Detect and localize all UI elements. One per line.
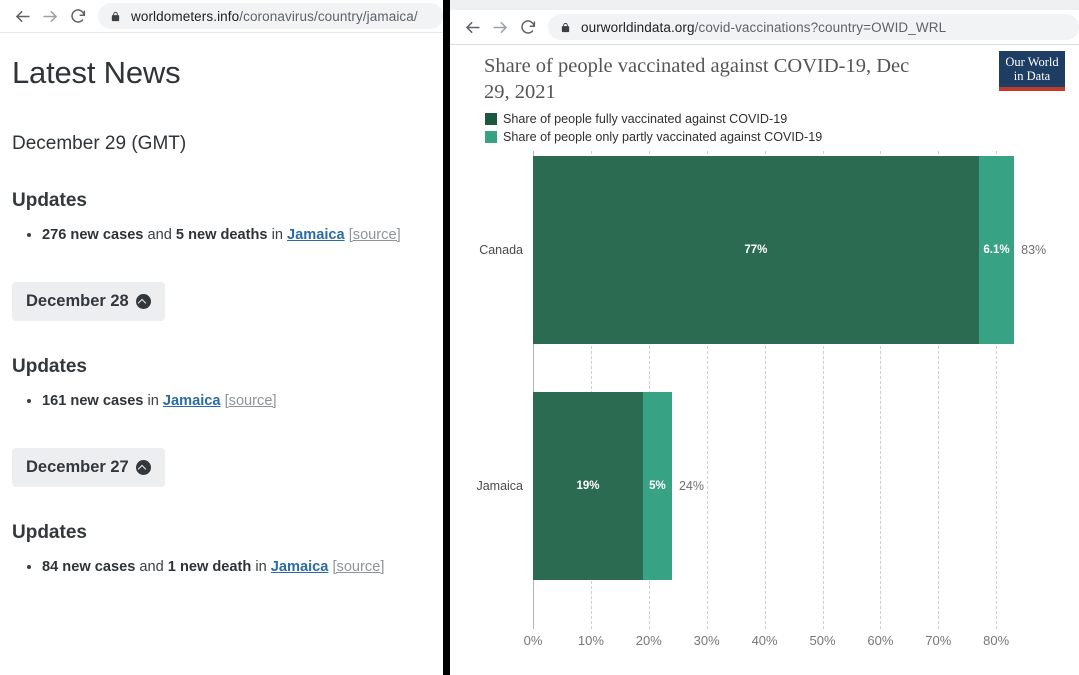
update-list-1: 276 new cases and 5 new deaths in Jamaic… xyxy=(12,225,431,247)
page-title: Latest News xyxy=(12,55,431,91)
new-deaths-count: 5 new deaths xyxy=(176,227,268,243)
country-link[interactable]: Jamaica xyxy=(163,393,221,409)
left-url-text: worldometers.info/coronavirus/country/ja… xyxy=(131,9,418,24)
current-date-heading: December 29 (GMT) xyxy=(12,133,431,155)
panel-divider xyxy=(443,0,450,675)
bar-segment-jamaica-series2[interactable]: 5% xyxy=(643,392,672,580)
owid-chart: Share of people vaccinated against COVID… xyxy=(450,45,1079,674)
collapse-button-label: December 28 xyxy=(26,292,129,311)
right-address-bar[interactable]: ourworldindata.org/covid-vaccinations?co… xyxy=(548,14,1079,40)
connector-text: and xyxy=(143,227,175,243)
collapse-button-december-28[interactable]: December 28 xyxy=(12,282,165,321)
source-link[interactable]: [source] xyxy=(225,393,277,409)
x-axis-tick-40%: 40% xyxy=(752,633,778,648)
new-cases-count: 84 new cases xyxy=(42,559,135,575)
country-link[interactable]: Jamaica xyxy=(271,559,329,575)
left-browser-toolbar: worldometers.info/coronavirus/country/ja… xyxy=(0,0,443,33)
bar-segment-canada-series2[interactable]: 6.1% xyxy=(979,156,1014,344)
lock-icon xyxy=(560,21,571,34)
forward-icon[interactable] xyxy=(486,13,514,41)
bar-value-label: 19% xyxy=(576,480,599,492)
source-link[interactable]: [source] xyxy=(332,559,384,575)
left-url-path: /coronavirus/country/jamaica/ xyxy=(239,9,417,24)
back-icon[interactable] xyxy=(8,2,36,30)
bar-total-label-jamaica: 24% xyxy=(679,479,704,493)
x-axis-tick-80%: 80% xyxy=(983,633,1009,648)
right-url-text: ourworldindata.org/covid-vaccinations?co… xyxy=(581,20,946,35)
list-item: 276 new cases and 5 new deaths in Jamaic… xyxy=(42,225,431,247)
worldometers-page-content: Latest News December 29 (GMT) Updates 27… xyxy=(0,55,443,579)
in-text: in xyxy=(268,227,287,243)
x-axis-tick-70%: 70% xyxy=(925,633,951,648)
x-axis-tick-20%: 20% xyxy=(636,633,662,648)
x-axis-tick-60%: 60% xyxy=(867,633,893,648)
update-list-3: 84 new cases and 1 new death in Jamaica … xyxy=(12,557,431,579)
new-deaths-count: 1 new death xyxy=(168,559,252,575)
x-axis-tick-10%: 10% xyxy=(578,633,604,648)
back-icon[interactable] xyxy=(458,13,486,41)
bar-total-label-canada: 83% xyxy=(1021,243,1046,257)
x-axis-tick-30%: 30% xyxy=(694,633,720,648)
list-item: 161 new cases in Jamaica [source] xyxy=(42,391,431,413)
update-list-2: 161 new cases in Jamaica [source] xyxy=(12,391,431,413)
left-address-bar[interactable]: worldometers.info/coronavirus/country/ja… xyxy=(98,3,443,29)
browser-tabstrip-edge xyxy=(450,0,1079,10)
new-cases-count: 161 new cases xyxy=(42,393,143,409)
category-label-canada[interactable]: Canada xyxy=(450,243,523,257)
reload-icon[interactable] xyxy=(64,2,92,30)
left-url-host: worldometers.info xyxy=(131,9,239,24)
updates-heading-1: Updates xyxy=(12,190,431,212)
right-browser-toolbar: ourworldindata.org/covid-vaccinations?co… xyxy=(450,10,1079,45)
category-label-jamaica[interactable]: Jamaica xyxy=(450,479,523,493)
updates-heading-2: Updates xyxy=(12,356,431,378)
reload-icon[interactable] xyxy=(514,13,542,41)
connector-text: and xyxy=(135,559,167,575)
chevron-up-circle-icon xyxy=(136,460,151,475)
list-item: 84 new cases and 1 new death in Jamaica … xyxy=(42,557,431,579)
x-axis-tick-0%: 0% xyxy=(524,633,543,648)
collapse-button-label: December 27 xyxy=(26,458,129,477)
bar-segment-jamaica-series1[interactable]: 19% xyxy=(533,392,643,580)
chevron-up-circle-icon xyxy=(136,294,151,309)
collapse-button-december-27[interactable]: December 27 xyxy=(12,448,165,487)
right-url-host: ourworldindata.org xyxy=(581,20,695,35)
new-cases-count: 276 new cases xyxy=(42,227,143,243)
right-url-path: /covid-vaccinations?country=OWID_WRL xyxy=(695,20,947,35)
x-axis-tick-50%: 50% xyxy=(809,633,835,648)
bar-value-label: 6.1% xyxy=(983,244,1009,256)
in-text: in xyxy=(251,559,270,575)
chart-plot-area: 0% 10% 20% 30% 40% 50% 60% 70% 80% Canada 77% 6.1% 8… xyxy=(450,45,1079,674)
in-text: in xyxy=(143,393,162,409)
lock-icon xyxy=(110,10,121,23)
bar-value-label: 5% xyxy=(649,480,666,492)
owid-browser-panel: ourworldindata.org/covid-vaccinations?co… xyxy=(450,0,1079,675)
worldometers-browser-panel: worldometers.info/coronavirus/country/ja… xyxy=(0,0,443,675)
bar-segment-canada-series1[interactable]: 77% xyxy=(533,156,979,344)
country-link[interactable]: Jamaica xyxy=(287,227,345,243)
bar-value-label: 77% xyxy=(744,244,767,256)
source-link[interactable]: [source] xyxy=(349,227,401,243)
updates-heading-3: Updates xyxy=(12,522,431,544)
forward-icon[interactable] xyxy=(36,2,64,30)
